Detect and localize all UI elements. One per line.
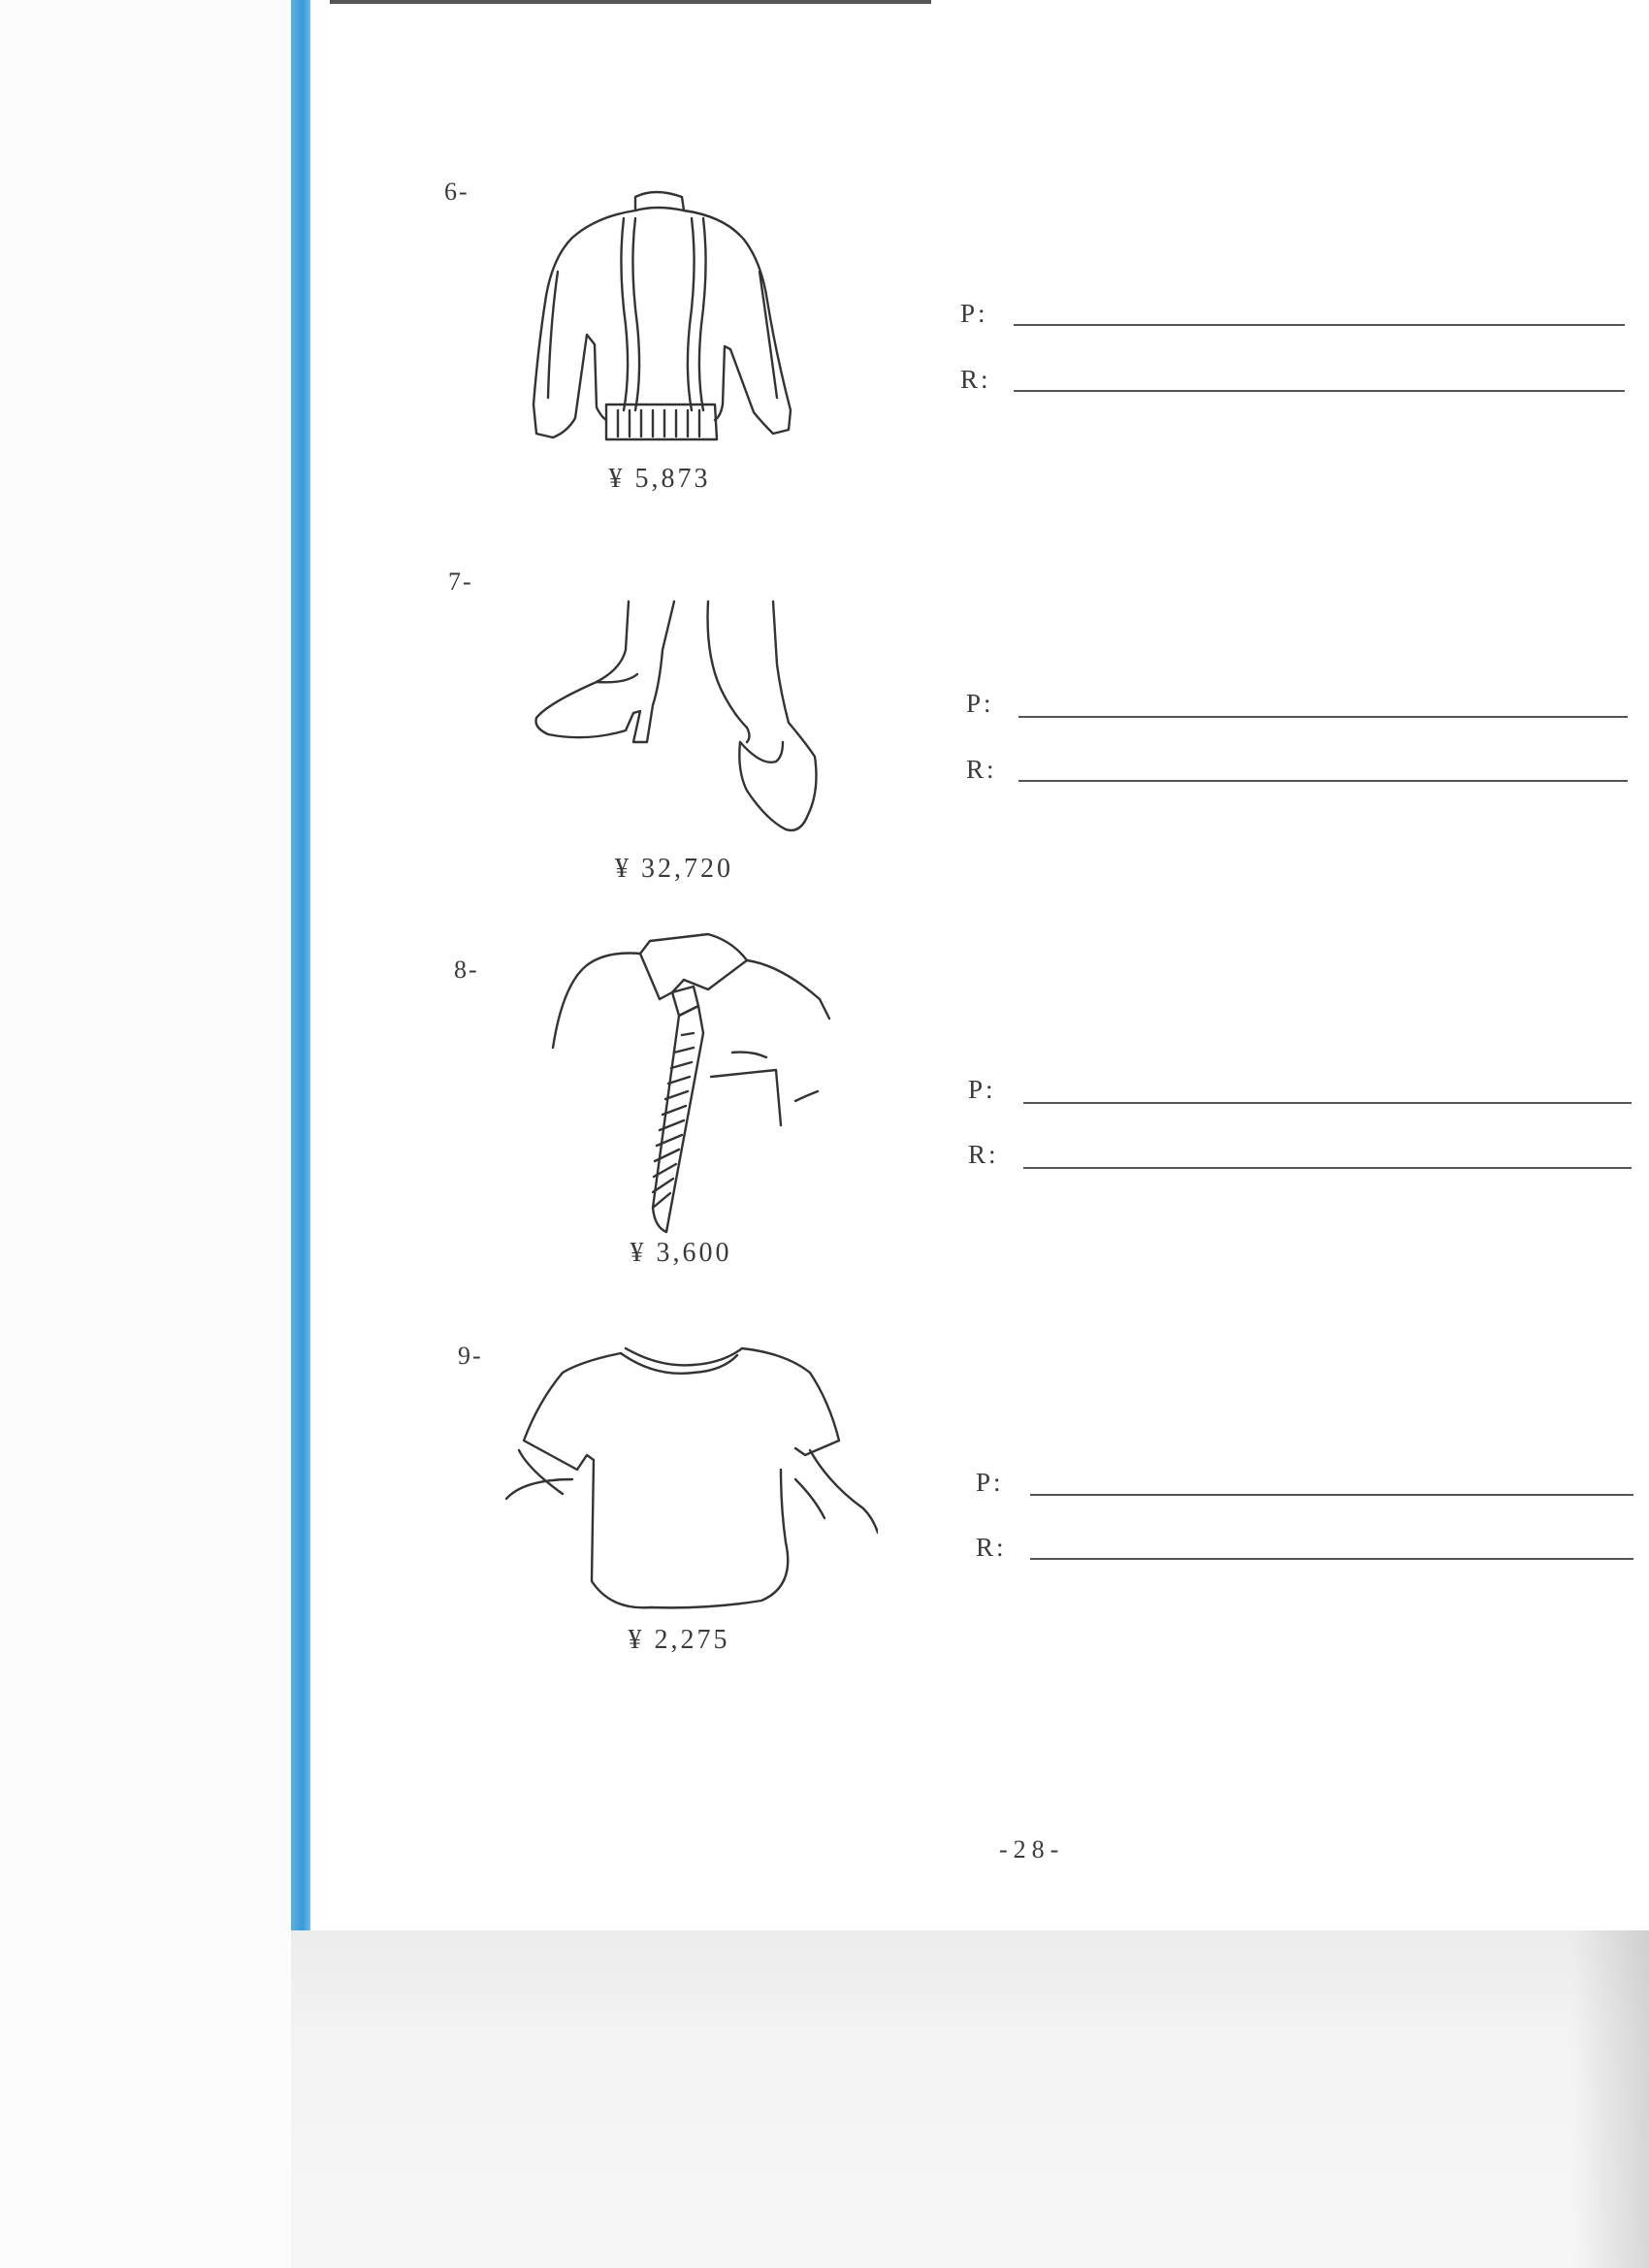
item-number: 8- (454, 956, 479, 984)
scan-background (0, 0, 291, 2268)
p-answer-line[interactable] (1014, 324, 1625, 326)
r-label: R: (968, 1140, 999, 1169)
item-number: 6- (444, 178, 469, 206)
p-answer-line[interactable] (1018, 716, 1628, 718)
r-answer-line[interactable] (1023, 1167, 1632, 1169)
r-answer-line[interactable] (1030, 1558, 1633, 1560)
p-label: P: (976, 1468, 1004, 1497)
shirt-and-tie-icon (548, 926, 844, 1237)
r-answer-line[interactable] (1014, 390, 1625, 392)
price-label: ¥ 3,600 (630, 1238, 732, 1268)
price-label: ¥ 2,275 (628, 1625, 730, 1655)
r-answer-line[interactable] (1018, 780, 1628, 782)
p-label: P: (960, 299, 988, 328)
sweater-icon (500, 179, 810, 446)
r-label: R: (976, 1533, 1007, 1562)
page-number: -28- (999, 1835, 1065, 1863)
booklet-spine-edge (291, 0, 310, 1930)
page-top-edge (330, 0, 931, 4)
p-answer-line[interactable] (1023, 1102, 1632, 1104)
high-heel-shoes-icon (529, 597, 829, 839)
t-shirt-icon (504, 1334, 880, 1615)
item-number: 9- (458, 1342, 483, 1370)
r-label: R: (966, 755, 997, 784)
r-label: R: (960, 365, 991, 394)
scan-shadow-right (1571, 1930, 1649, 2268)
item-number: 7- (448, 567, 473, 596)
p-label: P: (968, 1075, 996, 1104)
price-label: ¥ 32,720 (615, 854, 733, 884)
p-answer-line[interactable] (1030, 1494, 1633, 1496)
p-label: P: (966, 689, 994, 718)
price-label: ¥ 5,873 (608, 464, 711, 494)
scan-shadow (291, 1930, 1649, 2268)
